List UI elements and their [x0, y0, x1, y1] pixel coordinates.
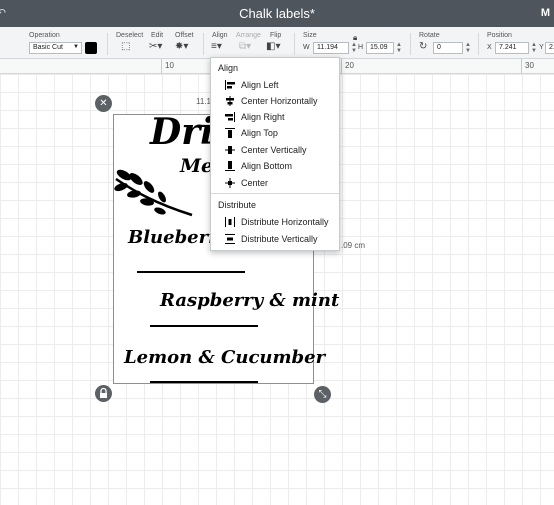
rotate-stepper-icon[interactable]: ▲ ▼	[465, 42, 471, 54]
align-label: Align	[212, 32, 228, 39]
ruler-mark: 30	[525, 61, 534, 70]
width-stepper-icon[interactable]: ▲ ▼	[351, 42, 357, 54]
rotate-label: Rotate	[419, 32, 440, 39]
offset-icon[interactable]: ✸▾	[175, 41, 188, 53]
height-label: H	[358, 44, 364, 51]
edit-label: Edit	[151, 32, 164, 39]
height-readout: .09 cm	[341, 241, 366, 250]
rotate-icon: ↻	[419, 41, 428, 52]
align-icon[interactable]: ≡▾	[211, 41, 222, 53]
y-label: Y	[539, 44, 544, 51]
x-position-field[interactable]: 7.241	[495, 42, 529, 54]
flip-icon[interactable]: ◧▾	[266, 41, 280, 53]
delete-handle-icon[interactable]: ✕	[95, 95, 112, 112]
divider	[107, 33, 108, 55]
deselect-icon[interactable]: ⬚	[121, 41, 130, 53]
divider	[478, 33, 479, 55]
y-position-field[interactable]: 2.	[545, 42, 554, 54]
menu-item-label: Center Vertically	[241, 145, 307, 155]
align-top-icon	[225, 128, 235, 138]
center-icon	[225, 178, 235, 188]
menu-item-distribute-vertically[interactable]: Distribute Vertically	[211, 231, 339, 247]
deselect-label: Deselect	[116, 32, 144, 39]
divider-line	[150, 381, 258, 383]
width-field[interactable]: 11.194	[313, 42, 349, 54]
account-tag[interactable]: M	[541, 7, 550, 19]
ruler-tick	[341, 59, 342, 74]
design-text-drinks: Dri	[150, 111, 214, 153]
chevron-down-icon: ▼	[73, 44, 79, 50]
center-horizontally-icon	[226, 96, 234, 106]
offset-label: Offset	[175, 32, 194, 39]
lock-icon	[100, 387, 107, 398]
menu-item-label: Align Left	[241, 80, 279, 90]
divider-line	[137, 271, 245, 273]
center-vertically-icon	[225, 146, 235, 154]
align-right-icon	[225, 112, 235, 122]
edit-toolbar: Operation Basic Cut ▼ Deselect ⬚ Edit ✂▾…	[0, 27, 554, 59]
menu-item-align-right[interactable]: Align Right	[211, 109, 339, 125]
leaf-branch-icon	[114, 169, 193, 217]
project-title: Chalk labels*	[239, 6, 315, 21]
align-left-icon	[225, 80, 235, 90]
menu-item-label: Distribute Horizontally	[241, 217, 329, 227]
ruler-mark: 20	[345, 61, 354, 70]
divider	[294, 33, 295, 55]
menu-item-label: Align Top	[241, 128, 278, 138]
operation-label: Operation	[29, 32, 60, 39]
lock-handle-icon[interactable]	[95, 385, 112, 402]
menu-item-center[interactable]: Center	[211, 175, 339, 191]
align-menu: Align Align Left Center Horizontally Ali…	[210, 57, 340, 251]
size-label: Size	[303, 32, 317, 39]
distribute-horizontally-icon	[225, 217, 235, 227]
menu-divider	[211, 193, 339, 194]
distribute-vertically-icon	[225, 234, 235, 244]
menu-item-label: Align Bottom	[241, 161, 293, 171]
ruler-tick	[521, 59, 522, 74]
x-label: X	[487, 44, 492, 51]
edit-tools-icon[interactable]: ✂▾	[149, 41, 162, 53]
design-text-lemon: Lemon & Cucumber	[124, 347, 326, 368]
operation-value: Basic Cut	[33, 44, 63, 51]
height-stepper-icon[interactable]: ▲ ▼	[396, 42, 402, 54]
title-bar: ↶ Chalk labels* M	[0, 0, 554, 27]
flip-label: Flip	[270, 32, 282, 39]
menu-item-label: Align Right	[241, 112, 285, 122]
arrange-icon[interactable]: ⧉▾	[239, 41, 251, 53]
menu-item-label: Distribute Vertically	[241, 234, 318, 244]
menu-item-label: Center Horizontally	[241, 96, 318, 106]
menu-item-center-vertically[interactable]: Center Vertically	[211, 142, 339, 158]
design-text-raspberry: Raspberry & mint	[160, 290, 340, 311]
align-bottom-icon	[225, 161, 235, 171]
height-field[interactable]: 15.09	[366, 42, 394, 54]
divider-line	[150, 325, 258, 327]
ruler-mark: 10	[165, 61, 174, 70]
width-label: W	[303, 44, 310, 51]
divider	[203, 33, 204, 55]
position-label: Position	[487, 32, 512, 39]
menu-item-distribute-horizontally[interactable]: Distribute Horizontally	[211, 214, 339, 230]
menu-item-label: Center	[241, 178, 269, 188]
menu-item-align-bottom[interactable]: Align Bottom	[211, 158, 339, 174]
distribute-heading: Distribute	[218, 200, 257, 210]
arrange-label: Arrange	[236, 32, 261, 39]
operation-select[interactable]: Basic Cut ▼	[29, 42, 82, 54]
x-stepper-icon[interactable]: ▲ ▼	[531, 42, 537, 54]
color-swatch[interactable]	[85, 42, 97, 54]
menu-item-align-top[interactable]: Align Top	[211, 125, 339, 141]
resize-handle-icon[interactable]: ⤡	[314, 386, 331, 403]
ruler-tick	[161, 59, 162, 74]
menu-item-center-horizontally[interactable]: Center Horizontally	[211, 93, 339, 109]
divider	[410, 33, 411, 55]
menu-item-align-left[interactable]: Align Left	[211, 77, 339, 93]
rotate-field[interactable]: 0	[433, 42, 463, 54]
align-heading: Align	[218, 63, 239, 73]
